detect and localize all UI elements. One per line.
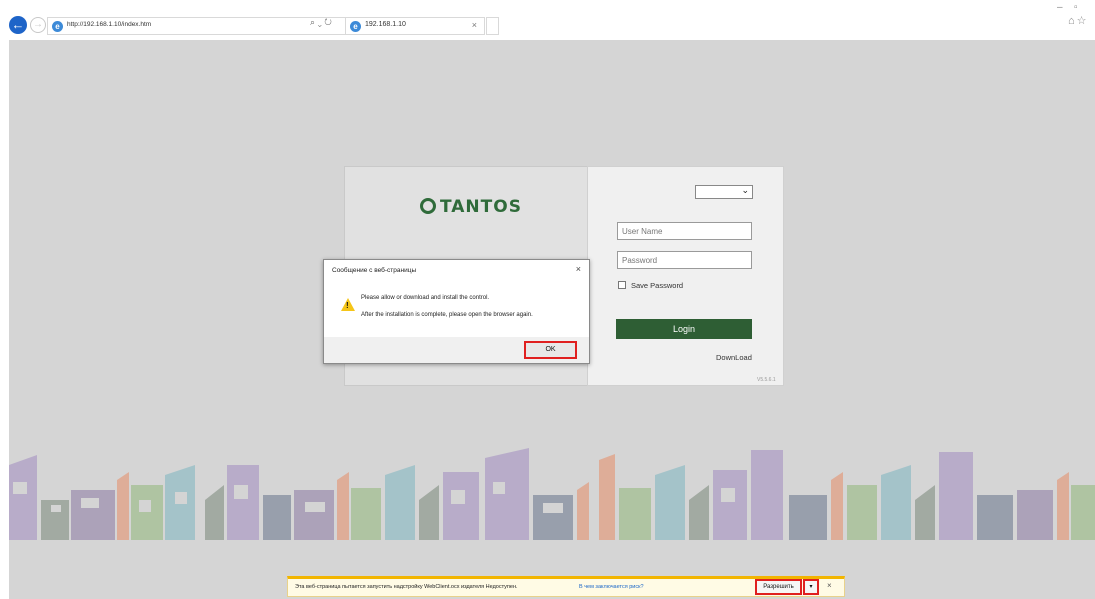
tab-title: 192.168.1.10 [365, 21, 406, 28]
warning-mark: ! [346, 301, 349, 310]
dialog-message-line2: After the installation is complete, plea… [361, 312, 533, 318]
home-favorites-icons[interactable]: ⌂☆ [1068, 14, 1089, 27]
close-icon[interactable]: × [576, 264, 581, 274]
chevron-down-icon: ⌄ [741, 185, 749, 195]
username-field[interactable]: User Name [617, 222, 752, 240]
browser-chrome: ← → e http://192.168.1.10/index.htm ⌕ ⌄ … [0, 0, 1095, 40]
city-houses-illustration [9, 448, 1095, 540]
login-form-panel: ⌄ User Name Password Save Password Login… [587, 166, 784, 386]
ok-button[interactable]: OK [525, 342, 576, 358]
password-field[interactable]: Password [617, 251, 752, 269]
notification-message: Эта веб-страница пытается запустить надс… [295, 584, 518, 590]
save-password-label: Save Password [631, 281, 684, 290]
forward-button[interactable]: → [30, 17, 46, 33]
download-link[interactable]: DownLoad [716, 353, 752, 362]
dialog-title: Сообщение с веб-страницы [332, 267, 417, 274]
close-icon[interactable]: × [827, 581, 832, 590]
page-canvas: TANTOS ⌄ User Name Password Save Passwor… [9, 40, 1095, 599]
tantos-logo-icon [420, 198, 436, 214]
version-label: V5.5.6.1 [757, 377, 776, 383]
back-button[interactable]: ← [9, 16, 27, 34]
tab-close-icon[interactable]: × [472, 20, 477, 30]
maximize-icon[interactable]: ▫ [1074, 2, 1078, 13]
dialog-message-line1: Please allow or download and install the… [361, 295, 490, 301]
address-bar[interactable]: e http://192.168.1.10/index.htm [47, 17, 347, 35]
new-tab-button[interactable] [486, 17, 499, 35]
brand-name: TANTOS [440, 197, 522, 217]
ie-tab-icon: e [350, 21, 361, 32]
login-button[interactable]: Login [616, 319, 752, 339]
arrow-left-icon: ← [11, 17, 25, 32]
chevron-down-icon: ▾ [809, 584, 813, 590]
save-password-row[interactable]: Save Password [618, 281, 683, 290]
search-icon[interactable]: ⌕ [310, 17, 315, 27]
arrow-right-icon: → [33, 19, 43, 30]
addon-notification-bar: Эта веб-страница пытается запустить надс… [287, 576, 845, 597]
minimize-icon[interactable]: – [1057, 2, 1063, 13]
ie-page-icon: e [52, 21, 63, 32]
refresh-icon[interactable]: ⌄ ↻ [318, 17, 332, 27]
save-password-checkbox[interactable] [618, 281, 626, 289]
web-page-message-dialog: Сообщение с веб-страницы × ! Please allo… [323, 259, 590, 364]
browser-tab[interactable]: e 192.168.1.10 × [345, 17, 485, 35]
allow-options-button[interactable]: ▾ [804, 580, 818, 594]
allow-button[interactable]: Разрешить [756, 580, 801, 594]
language-select[interactable]: ⌄ [695, 185, 753, 199]
address-url[interactable]: http://192.168.1.10/index.htm [67, 21, 151, 28]
brand-logo: TANTOS [420, 197, 522, 217]
risk-info-link[interactable]: В чем заключается риск? [579, 584, 644, 590]
search-refresh-controls[interactable]: ⌕ ⌄ ↻ [310, 17, 332, 28]
